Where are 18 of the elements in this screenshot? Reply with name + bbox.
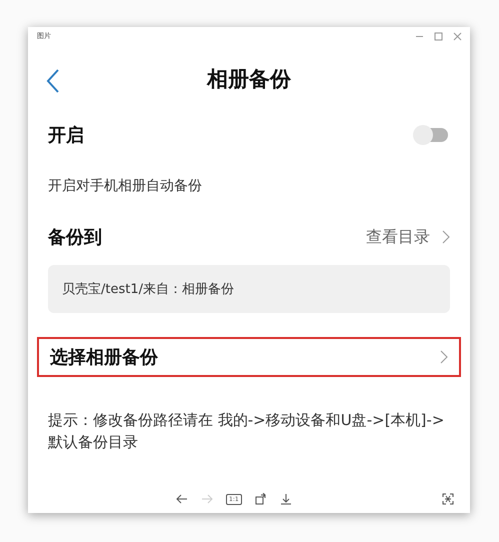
hint-text: 提示：修改备份路径请在 我的->移动设备和U盘->[本机]->默认备份目录	[47, 410, 446, 453]
maximize-icon[interactable]	[434, 32, 443, 40]
backup-path-field: 贝壳宝/test1/来自：相册备份	[48, 265, 450, 313]
download-icon[interactable]	[280, 493, 292, 505]
close-icon[interactable]	[453, 32, 462, 40]
chevron-right-icon	[442, 230, 450, 244]
enable-description: 开启对手机相册自动备份	[47, 177, 203, 195]
toggle-switch[interactable]	[410, 123, 450, 147]
backup-to-label: 备份到	[48, 226, 103, 249]
chevron-right-icon	[440, 350, 448, 364]
select-album-backup-row[interactable]: 选择相册备份	[37, 337, 461, 377]
scan-icon[interactable]	[442, 493, 454, 505]
view-directory-link[interactable]: 查看目录	[366, 226, 430, 248]
enable-label: 开启	[48, 124, 85, 147]
back-icon[interactable]	[46, 69, 60, 93]
page-title: 相册备份	[207, 66, 291, 93]
arrow-left-icon[interactable]	[176, 493, 188, 505]
rotate-icon[interactable]	[254, 493, 267, 505]
